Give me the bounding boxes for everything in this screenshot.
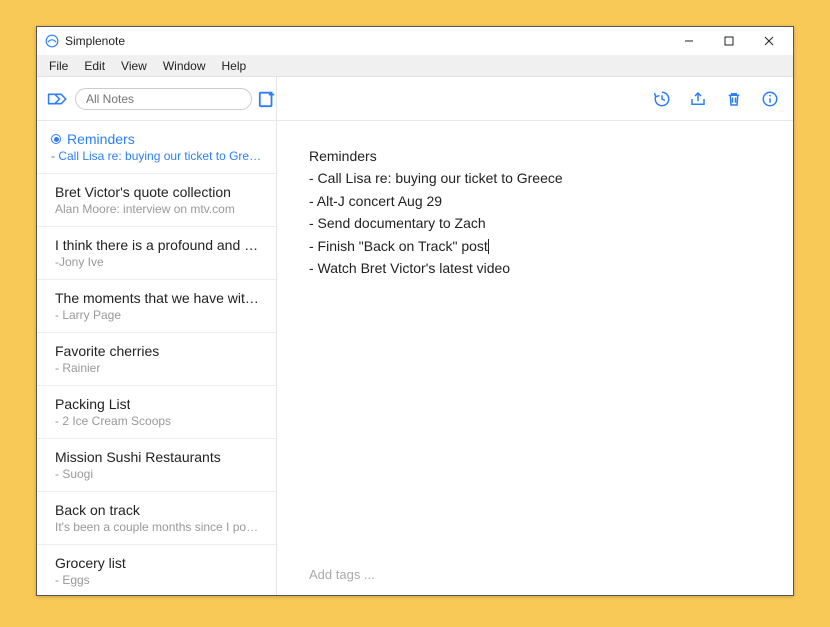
share-icon[interactable]: [689, 90, 707, 108]
note-preview: - Eggs: [55, 573, 262, 587]
trash-icon[interactable]: [725, 90, 743, 108]
note-list: Reminders - Call Lisa re: buying our tick…: [37, 121, 276, 595]
menu-window[interactable]: Window: [155, 56, 214, 76]
selected-indicator-icon: [51, 134, 61, 144]
editor-line: - Watch Bret Victor's latest video: [309, 257, 761, 279]
app-window: Simplenote File Edit View Window Help: [36, 26, 794, 596]
minimize-button[interactable]: [669, 28, 709, 54]
note-list-item[interactable]: Grocery list - Eggs: [37, 545, 276, 595]
editor-toolbar: [277, 77, 793, 121]
new-note-icon[interactable]: [258, 90, 276, 108]
note-list-item[interactable]: Packing List - 2 Ice Cream Scoops: [37, 386, 276, 439]
editor-line: Reminders: [309, 145, 761, 167]
note-preview: It's been a couple months since I posted…: [55, 520, 262, 534]
note-preview: -Jony Ive: [55, 255, 262, 269]
note-title: Mission Sushi Restaurants: [55, 449, 221, 465]
search-input[interactable]: [75, 88, 252, 110]
note-preview: - Rainier: [55, 361, 262, 375]
note-preview: - Larry Page: [55, 308, 262, 322]
editor-line: - Alt-J concert Aug 29: [309, 190, 761, 212]
menu-help[interactable]: Help: [214, 56, 255, 76]
editor-line: - Call Lisa re: buying our ticket to Gre…: [309, 167, 761, 189]
note-preview: - Suogi: [55, 467, 262, 481]
note-list-item[interactable]: Mission Sushi Restaurants - Suogi: [37, 439, 276, 492]
content-area: Reminders- Call Lisa re: buying our tick…: [37, 77, 793, 595]
note-title: Back on track: [55, 502, 140, 518]
titlebar: Simplenote: [37, 27, 793, 55]
note-title: I think there is a profound and enduring…: [55, 237, 262, 253]
note-preview: Alan Moore: interview on mtv.com: [55, 202, 262, 216]
close-button[interactable]: [749, 28, 789, 54]
note-list-item[interactable]: Reminders - Call Lisa re: buying our tick…: [37, 121, 276, 174]
note-list-item[interactable]: The moments that we have with friends ..…: [37, 280, 276, 333]
tags-icon[interactable]: [47, 90, 69, 108]
menu-edit[interactable]: Edit: [76, 56, 113, 76]
note-title: Favorite cherries: [55, 343, 159, 359]
note-title: Grocery list: [55, 555, 126, 571]
note-preview: - Call Lisa re: buying our ticket to Gre…: [51, 149, 262, 163]
note-title: The moments that we have with friends ..…: [55, 290, 262, 306]
note-list-item[interactable]: Bret Victor's quote collection Alan Moore…: [37, 174, 276, 227]
sidebar: Reminders - Call Lisa re: buying our tick…: [37, 77, 277, 595]
note-list-item[interactable]: I think there is a profound and enduring…: [37, 227, 276, 280]
tag-input[interactable]: Add tags ...: [277, 567, 793, 595]
note-editor[interactable]: Reminders- Call Lisa re: buying our tick…: [277, 121, 793, 567]
sidebar-toolbar: [37, 77, 276, 121]
note-title: Packing List: [55, 396, 130, 412]
editor-line: - Finish "Back on Track" post: [309, 235, 761, 257]
maximize-button[interactable]: [709, 28, 749, 54]
note-list-item[interactable]: Back on track It's been a couple months s…: [37, 492, 276, 545]
note-preview: - 2 Ice Cream Scoops: [55, 414, 262, 428]
app-title: Simplenote: [65, 34, 125, 48]
note-list-item[interactable]: Favorite cherries - Rainier: [37, 333, 276, 386]
app-logo-icon: [45, 34, 59, 48]
menu-file[interactable]: File: [41, 56, 76, 76]
history-icon[interactable]: [653, 90, 671, 108]
main-pane: Reminders- Call Lisa re: buying our tick…: [277, 77, 793, 595]
note-title: Reminders: [67, 131, 135, 147]
editor-line: - Send documentary to Zach: [309, 212, 761, 234]
note-title: Bret Victor's quote collection: [55, 184, 231, 200]
menu-view[interactable]: View: [113, 56, 155, 76]
text-cursor: [488, 239, 489, 254]
info-icon[interactable]: [761, 90, 779, 108]
menubar: File Edit View Window Help: [37, 55, 793, 77]
